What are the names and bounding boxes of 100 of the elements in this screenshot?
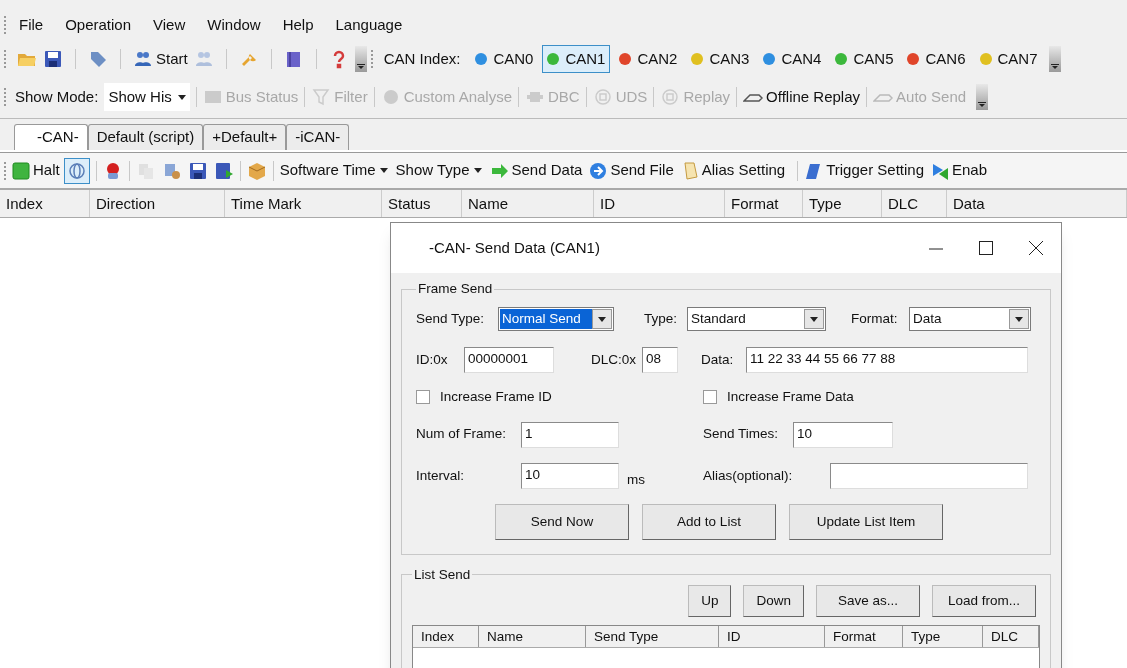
input-field[interactable]: 10 — [521, 462, 619, 489]
column-header[interactable]: Type — [903, 626, 983, 647]
field-label: Type: — [644, 310, 679, 329]
tag-icon[interactable] — [88, 49, 108, 69]
input-field[interactable]: 00000001 — [464, 347, 554, 374]
start-button[interactable]: Start — [133, 47, 188, 71]
toolbar-button[interactable]: Offline Replay — [743, 85, 861, 109]
stop-icon[interactable] — [11, 160, 31, 181]
input-field[interactable]: 11 22 33 44 55 66 77 88 — [746, 347, 1028, 374]
column-header[interactable]: DLC — [983, 626, 1039, 647]
toolbar-button[interactable]: Send File — [588, 159, 674, 182]
dropdown-arrow-icon — [473, 168, 482, 173]
dialog-button[interactable]: Add to List — [642, 503, 776, 540]
halt-button[interactable]: Halt — [11, 159, 60, 182]
list-button[interactable]: Load from... — [932, 585, 1036, 617]
input-field[interactable]: 1 — [521, 421, 619, 448]
toolbar-grip-icon[interactable] — [4, 16, 7, 34]
column-header[interactable]: Type — [803, 190, 882, 217]
menu-item[interactable]: Window — [207, 13, 261, 37]
input-field[interactable]: 08 — [642, 347, 678, 374]
field-label: Format: — [851, 310, 899, 329]
column-header[interactable]: ID — [594, 190, 725, 217]
overflow-icon[interactable] — [976, 84, 989, 110]
dialog-button[interactable]: Send Now — [495, 503, 629, 540]
tab[interactable]: -iCAN- — [286, 124, 350, 150]
show-mode-dropdown[interactable]: Show His — [104, 83, 190, 111]
column-header[interactable]: Direction — [90, 190, 225, 217]
column-header[interactable]: Name — [479, 626, 586, 647]
menu-item[interactable]: Language — [335, 13, 403, 37]
dropdown-arrow-icon — [598, 316, 606, 322]
channel-button[interactable]: CAN5 — [830, 45, 899, 73]
globe-icon[interactable] — [66, 160, 87, 181]
package-icon[interactable] — [246, 160, 267, 181]
menu-item[interactable]: View — [153, 13, 186, 37]
can-index-label: CAN Index: — [383, 48, 461, 69]
tab[interactable]: +Default+ — [203, 124, 287, 150]
toolbar-grip-icon[interactable] — [370, 50, 374, 68]
dropdown[interactable]: Normal Send — [498, 307, 614, 332]
field-label: Increase Frame Data — [727, 388, 854, 407]
column-header[interactable]: Index — [0, 190, 90, 217]
checkbox[interactable] — [416, 390, 430, 405]
column-header[interactable]: Format — [825, 626, 903, 647]
field-label: Alias(optional): — [703, 466, 794, 485]
channel-button[interactable]: CAN1 — [542, 45, 611, 73]
input-field[interactable]: 10 — [793, 421, 893, 448]
channel-button[interactable]: CAN3 — [686, 45, 755, 73]
list-button[interactable]: Save as... — [816, 585, 920, 617]
close-icon[interactable] — [1029, 241, 1043, 255]
channel-button[interactable]: CAN6 — [902, 45, 971, 73]
column-header[interactable]: Time Mark — [225, 190, 382, 217]
toolbar-grip-icon[interactable] — [4, 50, 7, 68]
channel-button[interactable]: CAN7 — [974, 45, 1043, 73]
toolbar-dropdown[interactable]: Software Time — [279, 159, 388, 182]
channel-button[interactable]: CAN0 — [470, 45, 539, 73]
channel-button[interactable]: CAN2 — [614, 45, 683, 73]
column-header[interactable]: ID — [719, 626, 825, 647]
field-label: Send Times: — [703, 425, 780, 444]
toolbar-button[interactable]: Enab — [930, 159, 988, 182]
export-icon[interactable] — [213, 160, 234, 181]
dropdown-arrow-icon — [1015, 316, 1023, 322]
dropdown[interactable]: Data — [909, 307, 1031, 332]
field-label: Send Type: — [416, 310, 486, 329]
save-icon[interactable] — [43, 49, 63, 69]
field-label: Num of Frame: — [416, 425, 508, 444]
column-header[interactable]: Format — [725, 190, 803, 217]
save-icon[interactable] — [187, 160, 208, 181]
group-title: Frame Send — [418, 281, 493, 296]
toolbar-button[interactable]: Trigger Setting — [804, 159, 924, 182]
toolbar-grip-icon[interactable] — [4, 88, 7, 106]
dropdown[interactable]: Standard — [687, 307, 826, 332]
channel-button[interactable]: CAN4 — [758, 45, 827, 73]
toolbar-dropdown[interactable]: Show Type — [395, 159, 482, 182]
list-button[interactable]: Down — [743, 585, 804, 617]
column-header[interactable]: Status — [382, 190, 462, 217]
field-label: ms — [627, 470, 646, 489]
checkbox[interactable] — [703, 390, 717, 405]
overflow-icon[interactable] — [354, 46, 367, 72]
field-label: DLC:0x — [591, 351, 637, 370]
column-header[interactable]: DLC — [882, 190, 947, 217]
maximize-icon[interactable] — [979, 241, 993, 255]
overflow-icon[interactable] — [1048, 46, 1061, 72]
column-header[interactable]: Data — [947, 190, 1127, 217]
menu-item[interactable]: Operation — [65, 13, 132, 37]
column-header[interactable]: Index — [413, 626, 479, 647]
menu-item[interactable]: File — [19, 13, 44, 37]
dropdown-arrow-icon — [810, 316, 818, 322]
tab[interactable]: -CAN- — [14, 124, 88, 150]
column-header[interactable]: Send Type — [586, 626, 719, 647]
dialog-button[interactable]: Update List Item — [789, 503, 943, 540]
field-label: ID:0x — [416, 351, 449, 370]
input-field[interactable] — [830, 462, 1028, 489]
window-title: -CAN- Send Data (CAN1) — [429, 237, 601, 258]
column-header[interactable]: Name — [462, 190, 594, 217]
tab[interactable]: Default (script) — [87, 124, 204, 150]
list-button[interactable]: Up — [688, 585, 732, 617]
toolbar-grip-icon[interactable] — [4, 161, 7, 180]
people-icon[interactable] — [133, 49, 153, 69]
toolbar-button[interactable]: Alias Setting — [679, 159, 786, 182]
menu-item[interactable]: Help — [282, 13, 314, 37]
toolbar-button[interactable]: Send Data — [489, 159, 583, 182]
